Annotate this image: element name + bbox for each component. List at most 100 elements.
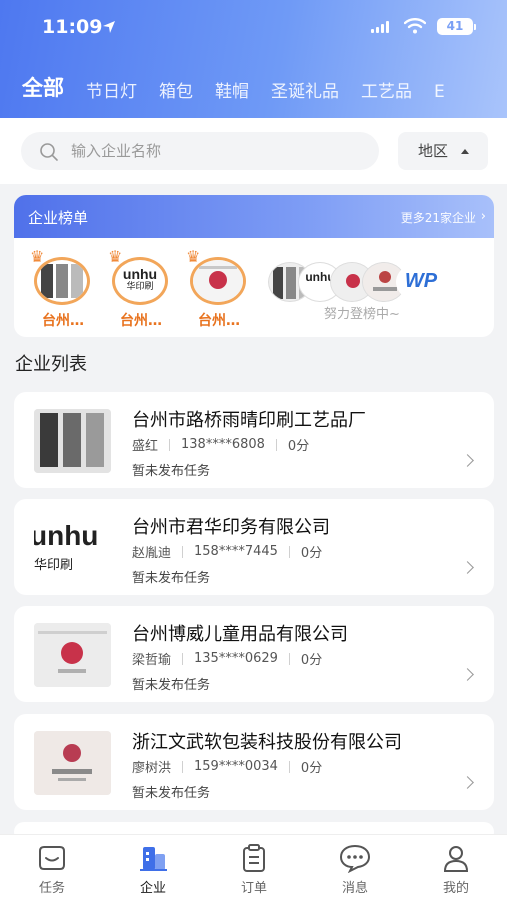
ranking-name: 台州… [120,313,162,329]
tab-task[interactable]: 任务 [17,843,87,896]
wp-logo-text: WP [404,270,438,292]
company-name: 台州博威儿童用品有限公司 [132,624,348,645]
company-name: 浙江文武软包装科技股份有限公司 [132,732,402,753]
category-tab-christmas-gifts[interactable]: 圣诞礼品 [271,77,339,102]
search-bar: 地区 [0,118,507,184]
junhua-logo-text: unhu [34,520,99,551]
search-icon [40,143,58,161]
ranking-item-1[interactable]: ♛ 台州… [30,247,92,330]
company-task-status: 暂未发布任务 [132,464,211,479]
chevron-right-icon [461,668,474,681]
tab-enterprise[interactable]: 企业 [118,843,188,896]
status-bar: 11:09 41 [0,14,507,44]
category-tab-more[interactable]: E [434,82,445,102]
ranking-title: 企业榜单 [28,209,89,227]
company-contact: 盛红 [132,439,159,454]
company-name: 台州市君华印务有限公司 [132,517,330,538]
company-task-status: 暂未发布任务 [132,571,211,586]
ranking-name: 台州… [42,313,84,329]
company-contact: 廖树洪 [132,761,172,776]
company-score: 0分 [300,546,323,561]
company-card[interactable]: 浙江文武软包装科技股份有限公司 廖树洪 159****0034 0分 暂未发布任… [14,714,494,810]
company-card[interactable]: 台州博威儿童用品有限公司 梁哲瑜 135****0629 0分 暂未发布任务 [14,606,494,702]
divider [182,760,184,773]
company-score: 0分 [287,439,310,454]
company-phone: 135****0629 [194,651,278,666]
region-label: 地区 [418,142,449,160]
company-list-title: 企业列表 [15,354,87,375]
company-task-status: 暂未发布任务 [132,678,211,693]
ranking-item-2[interactable]: unhu 华印刷 ♛ 台州… [108,247,170,330]
company-contact: 赵胤迪 [132,546,172,561]
company-meta: 梁哲瑜 135****0629 0分 [132,649,322,668]
search-box[interactable] [21,132,379,170]
company-meta: 赵胤迪 158****7445 0分 [132,542,322,561]
enterprise-icon [140,847,167,871]
dropdown-triangle-icon [461,149,469,154]
tab-label: 企业 [139,881,166,896]
crown-icon: ♛ [30,247,45,266]
battery-tip [474,24,476,30]
divider [182,545,184,558]
chevron-right-icon [461,454,474,467]
ranking-more-link[interactable]: 更多21家企业 [401,209,476,226]
ranking-item-3[interactable]: ♛ 台州… [186,247,248,330]
divider [182,652,184,665]
ranking-pending-label: 努力登榜中~ [324,307,400,322]
crown-icon: ♛ [186,247,201,266]
divider [288,545,290,558]
company-name: 台州市路桥雨晴印刷工艺品厂 [132,410,366,431]
tab-label: 任务 [38,881,65,896]
bottom-tab-bar: 任务 企业 订单 消息 我的 [0,834,507,900]
company-card[interactable]: unhu 华印刷 台州市君华印务有限公司 赵胤迪 158****7445 0分 … [14,499,494,595]
divider [169,438,171,451]
profile-icon [443,846,469,872]
location-arrow-icon [103,21,115,33]
company-thumbnail [34,409,111,473]
junhua-logo-text: unhu [122,266,158,282]
tab-order[interactable]: 订单 [219,843,289,896]
region-filter-button[interactable]: 地区 [398,132,488,170]
category-tab-crafts[interactable]: 工艺品 [361,77,412,102]
company-thumbnail: unhu 华印刷 [34,516,111,580]
divider [288,652,290,665]
cellular-signal-icon [371,21,389,33]
search-input[interactable] [71,132,361,170]
divider [275,438,277,451]
company-phone: 158****7445 [194,544,278,559]
company-contact: 梁哲瑜 [132,653,172,668]
ranking-pending-avatars: unhu WP [268,262,448,302]
crown-icon: ♛ [108,247,123,266]
junhua-logo-subtext: 华印刷 [34,558,74,573]
ranking-header: 企业榜单 更多21家企业 › [14,195,494,238]
tab-label: 订单 [240,881,267,896]
chevron-right-icon [461,561,474,574]
tab-message[interactable]: 消息 [320,843,390,896]
avatar: WP [396,262,446,302]
chevron-right-icon: › [480,209,486,224]
task-icon [39,846,65,870]
order-icon [243,844,265,872]
company-score: 0分 [300,653,323,668]
company-score: 0分 [300,761,323,776]
category-tabs: 全部 节日灯 箱包 鞋帽 圣诞礼品 工艺品 E [22,72,445,102]
company-phone: 159****0034 [194,759,278,774]
status-time: 11:09 [42,16,103,38]
category-tab-bags[interactable]: 箱包 [159,77,193,102]
category-tab-festival-lights[interactable]: 节日灯 [86,77,137,102]
divider [288,760,290,773]
category-tab-shoes-hats[interactable]: 鞋帽 [215,77,249,102]
junhua-logo-subtext: 华印刷 [126,282,154,292]
company-meta: 盛红 138****6808 0分 [132,435,309,454]
ranking-name: 台州… [198,313,240,329]
company-thumbnail [34,623,111,687]
company-thumbnail [34,731,111,795]
tab-profile[interactable]: 我的 [421,843,491,896]
category-tab-all[interactable]: 全部 [22,72,64,102]
tab-label: 消息 [341,881,368,896]
company-card[interactable]: 台州市路桥雨晴印刷工艺品厂 盛红 138****6808 0分 暂未发布任务 [14,392,494,488]
tab-label: 我的 [442,881,469,896]
message-icon [339,844,371,873]
battery-icon: 41 [437,18,473,35]
wifi-icon [404,18,426,34]
